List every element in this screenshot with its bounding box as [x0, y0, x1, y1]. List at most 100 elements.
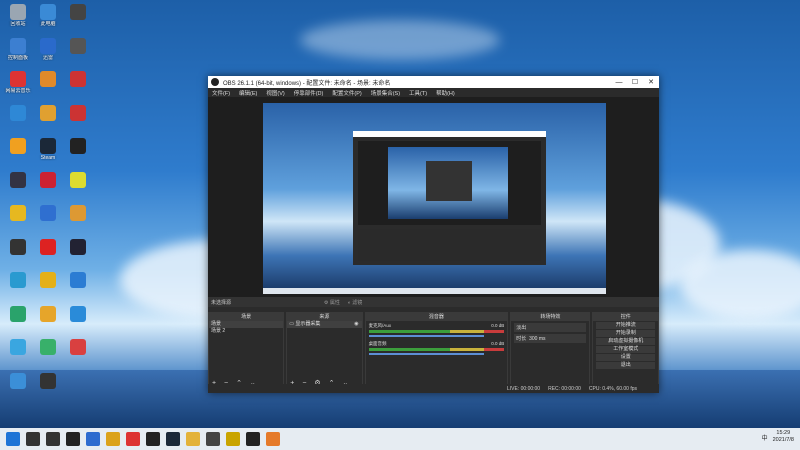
eye-icon[interactable]: ◉: [354, 321, 358, 328]
menu-item[interactable]: 文件(F): [212, 89, 230, 97]
start-recording-button[interactable]: 开始录制: [596, 330, 655, 337]
app-obs-icon[interactable]: [246, 432, 260, 446]
properties-button[interactable]: ⚙ 属性: [324, 299, 340, 306]
desktop-icon[interactable]: [63, 171, 93, 189]
desktop-icon[interactable]: [63, 37, 93, 55]
desktop-icon[interactable]: [3, 272, 33, 289]
studio-mode-button[interactable]: 工作室模式: [596, 346, 655, 353]
channel-name: 桌面音频: [368, 341, 387, 346]
app-files-icon[interactable]: [186, 432, 200, 446]
desktop-icon[interactable]: 回收站: [3, 4, 33, 27]
desktop-icon[interactable]: [63, 71, 93, 88]
desktop-icon[interactable]: [3, 238, 33, 256]
captured-desktop-preview: [263, 103, 606, 294]
desktop-icon[interactable]: Steam: [33, 138, 63, 161]
scene-item[interactable]: 场景 2: [209, 328, 283, 335]
desktop-icon[interactable]: 此电脑: [33, 4, 63, 27]
duration-field[interactable]: 时长 300 ms: [514, 334, 587, 343]
channel-level: 0.0 dB: [491, 341, 505, 346]
desktop-icon[interactable]: [63, 104, 93, 122]
desktop-icon[interactable]: [33, 205, 63, 222]
app-s-icon[interactable]: [66, 432, 80, 446]
app-icon: [10, 372, 26, 389]
menu-item[interactable]: 帮助(H): [436, 89, 455, 97]
desktop-icon[interactable]: [63, 339, 93, 356]
maximize-button[interactable]: ☐: [627, 78, 643, 86]
desktop-icon[interactable]: 迅雷: [33, 37, 63, 61]
desktop-icon-label: 回收站: [10, 21, 26, 27]
desktop-icon[interactable]: 控制面板: [3, 37, 33, 61]
desktop-icon[interactable]: [63, 238, 93, 256]
desktop-icon[interactable]: [33, 372, 63, 390]
app-icon: [70, 138, 86, 154]
desktop-icon[interactable]: [3, 305, 33, 323]
desktop-icon[interactable]: [3, 339, 33, 356]
app-icon: [40, 272, 56, 288]
app-g-icon[interactable]: [226, 432, 240, 446]
settings-button[interactable]: 设置: [596, 354, 655, 361]
app-chrome-icon[interactable]: [106, 432, 120, 446]
app-w-icon[interactable]: [206, 432, 220, 446]
window-title: OBS 26.1.1 (64-bit, windows) - 配置文件: 未命名…: [223, 80, 391, 87]
desktop-icon[interactable]: 网易云音乐: [3, 71, 33, 94]
title-bar[interactable]: OBS 26.1.1 (64-bit, windows) - 配置文件: 未命名…: [208, 76, 659, 88]
menu-item[interactable]: 停靠部件(D): [294, 89, 324, 97]
menu-item[interactable]: 编辑(E): [239, 89, 257, 97]
volume-slider[interactable]: [368, 353, 484, 355]
desktop-icon[interactable]: [33, 104, 63, 122]
desktop-icon[interactable]: [33, 305, 63, 323]
volume-slider[interactable]: [368, 335, 484, 337]
desktop-icon[interactable]: [3, 372, 33, 390]
close-button[interactable]: ✕: [643, 78, 659, 86]
volume-meter: [368, 348, 505, 351]
volume-meter: [368, 330, 505, 333]
app-icon: [70, 205, 86, 221]
app-icon: [40, 372, 56, 389]
desktop-icon[interactable]: [63, 138, 93, 155]
mixer-channel: 桌面音频 0.0 dB: [366, 339, 508, 357]
app-icon: [70, 339, 86, 355]
source-item[interactable]: ▭ 显示器采集 ◉: [287, 321, 362, 328]
desktop-icon[interactable]: [63, 305, 93, 323]
menu-item[interactable]: 配置文件(P): [332, 89, 361, 97]
desktop-icon[interactable]: [63, 4, 93, 21]
desktop-icon[interactable]: [3, 104, 33, 122]
task-view-icon[interactable]: [46, 432, 60, 446]
desktop-icon-label: 网易云音乐: [5, 88, 31, 94]
desktop-icon[interactable]: [33, 272, 63, 289]
app-icon: [40, 4, 56, 20]
desktop-icon[interactable]: [33, 71, 63, 88]
preview-area[interactable]: [208, 97, 659, 297]
menu-item[interactable]: 场景集合(S): [371, 89, 400, 97]
app-tx-icon[interactable]: [146, 432, 160, 446]
windows-logo-icon[interactable]: [6, 432, 20, 446]
transition-select[interactable]: 淡出: [514, 323, 587, 332]
scene-item[interactable]: 场景: [209, 321, 284, 328]
virtual-camera-button[interactable]: 启动虚拟摄像机: [596, 338, 655, 345]
desktop-icon[interactable]: [63, 272, 93, 289]
desktop-icon[interactable]: [3, 205, 33, 222]
app-b-icon[interactable]: [86, 432, 100, 446]
minimize-button[interactable]: —: [611, 79, 627, 86]
context-bar: 未选择源 ⚙ 属性 ◐ 滤镜: [208, 297, 659, 307]
app-netease-icon[interactable]: [126, 432, 140, 446]
desktop-icon[interactable]: [63, 205, 93, 222]
desktop-icon[interactable]: [3, 171, 33, 189]
duration-value: 300 ms: [529, 336, 546, 342]
filters-button[interactable]: ◐ 滤镜: [348, 299, 362, 306]
menu-item[interactable]: 工具(T): [409, 89, 427, 97]
app-icon: [40, 305, 56, 322]
app-orange-icon[interactable]: [266, 432, 280, 446]
clock[interactable]: 15:29 2021/7/8: [773, 430, 794, 444]
clock-date: 2021/7/8: [772, 437, 794, 443]
desktop-icon[interactable]: [3, 138, 33, 155]
desktop-icon[interactable]: [33, 339, 63, 356]
search-icon[interactable]: [26, 432, 40, 446]
app-steam-icon[interactable]: [166, 432, 180, 446]
exit-button[interactable]: 退出: [596, 362, 655, 369]
start-streaming-button[interactable]: 开始推流: [596, 322, 655, 329]
desktop-icon[interactable]: [33, 238, 63, 256]
menu-item[interactable]: 视图(V): [266, 89, 284, 97]
language-indicator[interactable]: 中: [762, 433, 768, 442]
desktop-icon[interactable]: [33, 171, 63, 189]
